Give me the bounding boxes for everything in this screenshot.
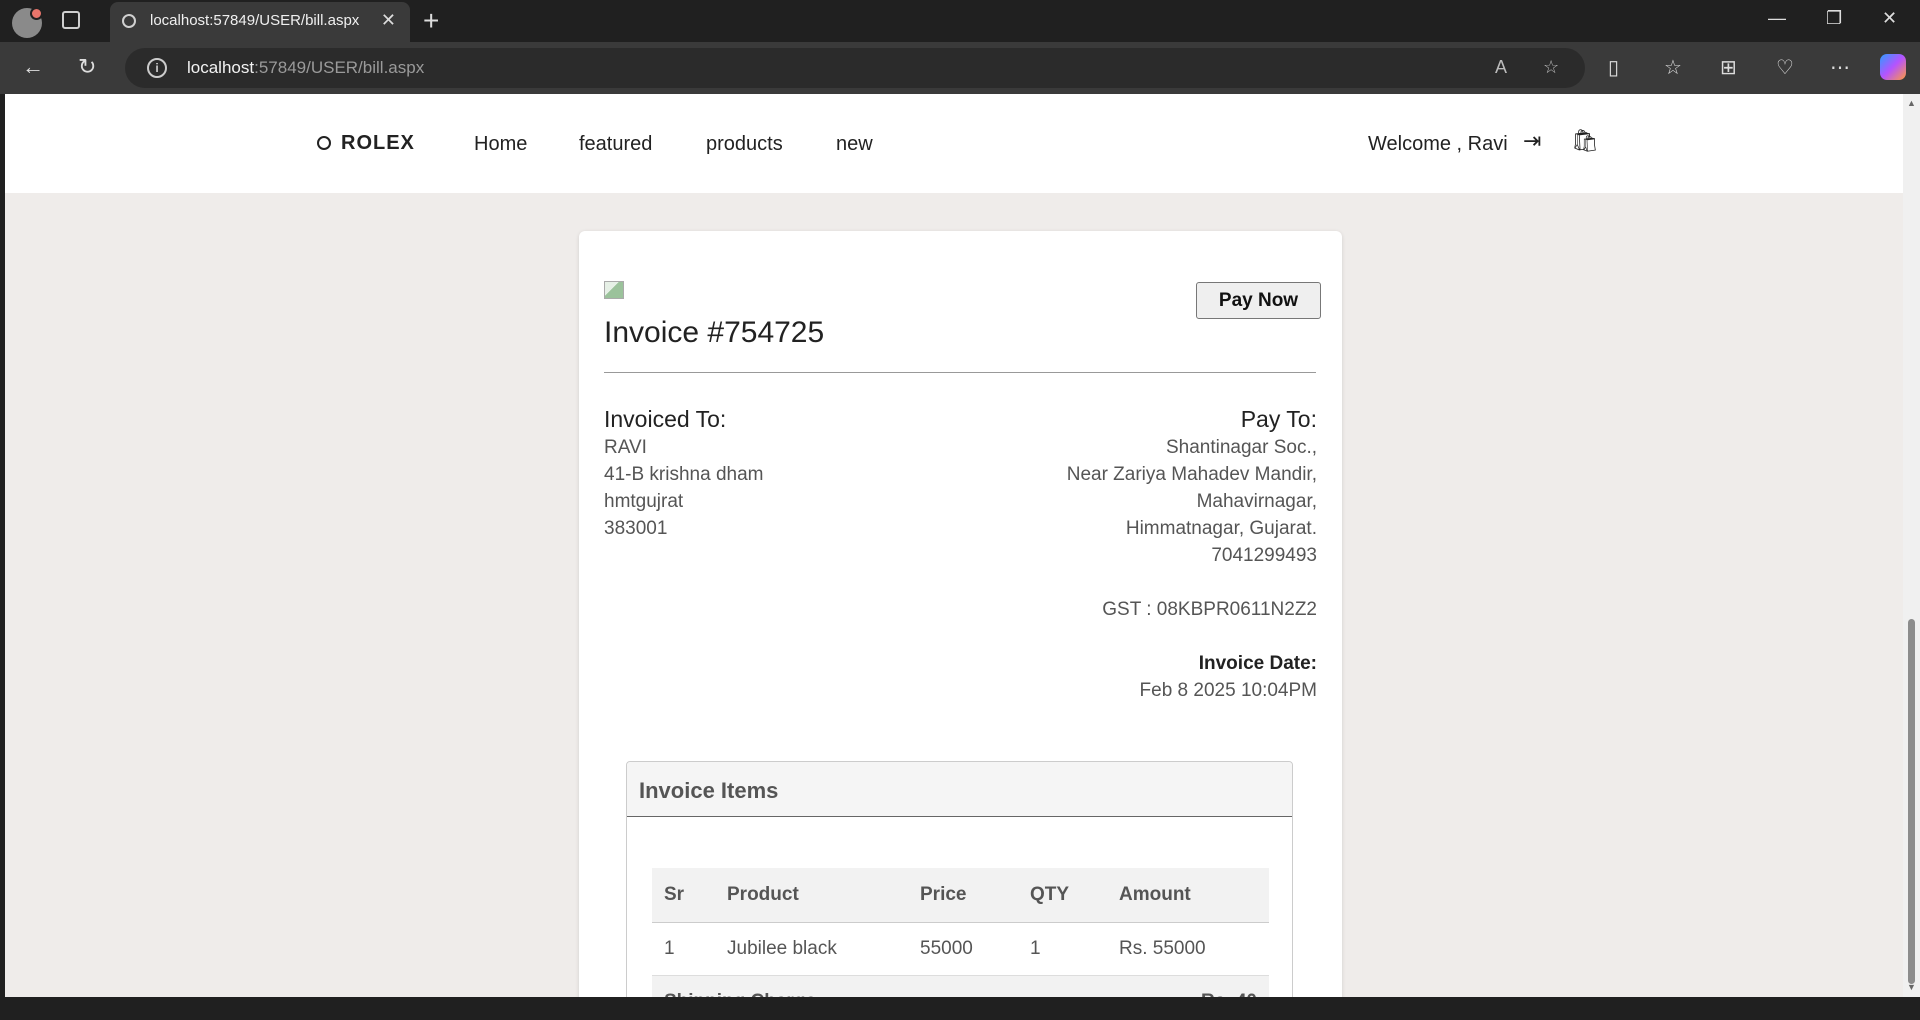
split-screen-icon[interactable]: ▯ bbox=[1608, 55, 1619, 80]
invoice-date-label: Invoice Date: bbox=[1198, 653, 1317, 674]
site-header: ROLEX Home featured products new Welcome… bbox=[5, 94, 1903, 193]
invoice-logo-image bbox=[604, 281, 624, 299]
nav-new[interactable]: new bbox=[836, 133, 873, 156]
nav-products[interactable]: products bbox=[706, 133, 783, 156]
back-icon[interactable]: ← bbox=[22, 54, 44, 80]
invoiced-to-heading: Invoiced To: bbox=[604, 406, 727, 432]
invoiced-to-block: Invoiced To: RAVI 41-B krishna dham hmtg… bbox=[604, 404, 763, 542]
nav-featured[interactable]: featured bbox=[579, 133, 652, 156]
shipping-label: Shipping Charge bbox=[652, 975, 1107, 997]
seller-address-line: Mahavirnagar, bbox=[1196, 491, 1317, 512]
col-price: Price bbox=[908, 868, 1018, 923]
shipping-row: Shipping Charge Rs. 40 bbox=[652, 975, 1269, 997]
watch-icon bbox=[317, 136, 331, 150]
col-qty: QTY bbox=[1018, 868, 1107, 923]
window-bottom-edge bbox=[0, 997, 1920, 1020]
invoice-items-panel: Invoice Items Sr Product Price QTY Amoun… bbox=[626, 761, 1293, 997]
page-scrollbar[interactable]: ▲ ▼ bbox=[1903, 94, 1920, 997]
new-tab-icon[interactable]: + bbox=[423, 5, 439, 37]
tab-title: localhost:57849/USER/bill.aspx bbox=[150, 12, 360, 29]
more-menu-icon[interactable]: ⋯ bbox=[1830, 55, 1850, 80]
tab-actions-icon[interactable] bbox=[62, 11, 80, 29]
welcome-text: Welcome , Ravi bbox=[1368, 133, 1508, 155]
url-host: localhost bbox=[187, 58, 255, 77]
table-header-row: Sr Product Price QTY Amount bbox=[652, 868, 1269, 923]
close-tab-icon[interactable]: ✕ bbox=[381, 10, 396, 31]
customer-address-line: hmtgujrat bbox=[604, 491, 684, 512]
table-row: 1 Jubilee black 55000 1 Rs. 55000 bbox=[652, 922, 1269, 976]
scroll-down-icon[interactable]: ▼ bbox=[1907, 982, 1916, 992]
pay-to-block: Pay To: Shantinagar Soc., Near Zariya Ma… bbox=[917, 404, 1317, 704]
gst-number: GST : 08KBPR0611N2Z2 bbox=[1102, 599, 1317, 620]
col-sr: Sr bbox=[652, 868, 715, 923]
pay-now-button[interactable]: Pay Now bbox=[1196, 282, 1321, 319]
invoice-date-value: Feb 8 2025 10:04PM bbox=[1139, 680, 1317, 701]
shopping-bag-icon[interactable]: 🛍 bbox=[1571, 128, 1599, 154]
restore-icon[interactable]: ❐ bbox=[1826, 8, 1842, 29]
profile-avatar-icon[interactable] bbox=[12, 7, 43, 38]
invoice-card: Invoice #754725 Pay Now Invoiced To: RAV… bbox=[579, 231, 1342, 997]
seller-phone: 7041299493 bbox=[1211, 545, 1317, 566]
col-amount: Amount bbox=[1107, 868, 1269, 923]
customer-postal-code: 383001 bbox=[604, 518, 668, 539]
page-viewport: ROLEX Home featured products new Welcome… bbox=[5, 94, 1903, 997]
refresh-icon[interactable]: ↻ bbox=[78, 54, 96, 80]
browser-tab-bar: localhost:57849/USER/bill.aspx ✕ + — ❐ ✕ bbox=[0, 0, 1920, 42]
customer-name: RAVI bbox=[604, 437, 647, 458]
cell-sr: 1 bbox=[652, 922, 715, 976]
cell-product: Jubilee black bbox=[715, 922, 908, 976]
url-path: :57849/USER/bill.aspx bbox=[254, 58, 425, 77]
close-window-icon[interactable]: ✕ bbox=[1882, 8, 1897, 29]
nav-home[interactable]: Home bbox=[474, 133, 527, 156]
collections-icon[interactable]: ⊞ bbox=[1720, 55, 1737, 80]
seller-address-line: Himmatnagar, Gujarat. bbox=[1125, 518, 1317, 539]
performance-icon[interactable]: ♡ bbox=[1776, 55, 1794, 80]
favorite-star-icon[interactable]: ☆ bbox=[1543, 57, 1559, 78]
customer-address-line: 41-B krishna dham bbox=[604, 464, 764, 485]
scrollbar-thumb[interactable] bbox=[1908, 619, 1915, 984]
url-text: localhost:57849/USER/bill.aspx bbox=[187, 58, 424, 78]
brand-name: ROLEX bbox=[341, 132, 415, 154]
seller-address-line: Shantinagar Soc., bbox=[1165, 437, 1317, 458]
cell-amount: Rs. 55000 bbox=[1107, 922, 1269, 976]
divider bbox=[604, 372, 1316, 373]
brand-logo[interactable]: ROLEX bbox=[317, 132, 415, 155]
cell-price: 55000 bbox=[908, 922, 1018, 976]
favorites-icon[interactable]: ☆ bbox=[1664, 55, 1682, 80]
browser-toolbar: ← ↻ i localhost:57849/USER/bill.aspx A ☆… bbox=[0, 42, 1920, 94]
minimize-icon[interactable]: — bbox=[1768, 8, 1786, 29]
watch-favicon-icon bbox=[122, 14, 136, 28]
scroll-up-icon[interactable]: ▲ bbox=[1907, 98, 1916, 108]
invoice-items-heading: Invoice Items bbox=[627, 762, 1292, 817]
invoice-items-table: Sr Product Price QTY Amount 1 Jubilee bl… bbox=[652, 868, 1269, 997]
pay-to-heading: Pay To: bbox=[1240, 406, 1317, 432]
site-info-icon[interactable]: i bbox=[147, 58, 167, 78]
invoice-title: Invoice #754725 bbox=[604, 316, 825, 349]
read-aloud-icon[interactable]: A bbox=[1495, 57, 1507, 78]
shipping-value: Rs. 40 bbox=[1107, 975, 1269, 997]
address-bar[interactable]: i localhost:57849/USER/bill.aspx A ☆ bbox=[125, 48, 1585, 88]
seller-address-line: Near Zariya Mahadev Mandir, bbox=[1066, 464, 1317, 485]
cell-qty: 1 bbox=[1018, 922, 1107, 976]
copilot-icon[interactable] bbox=[1880, 54, 1906, 80]
browser-tab-active[interactable]: localhost:57849/USER/bill.aspx ✕ bbox=[110, 2, 410, 42]
logout-icon[interactable]: ⇥ bbox=[1523, 128, 1541, 154]
col-product: Product bbox=[715, 868, 908, 923]
